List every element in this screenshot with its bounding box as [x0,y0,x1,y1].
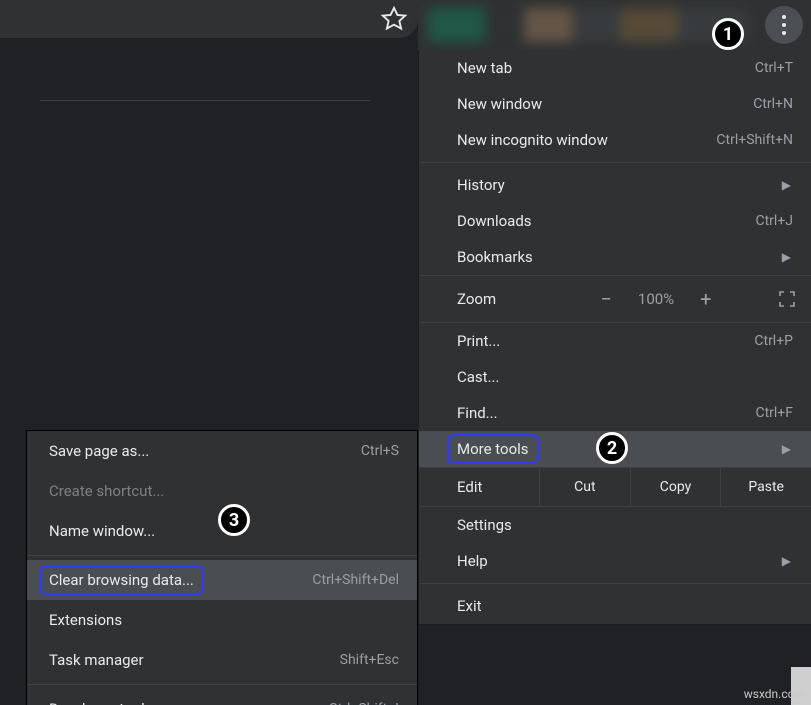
menu-label: Find... [457,404,498,422]
submenu-arrow-icon: ▶ [782,250,791,264]
address-bar[interactable] [0,0,418,38]
annotation-badge-1: 1 [712,18,744,50]
menu-item-bookmarks[interactable]: Bookmarks ▶ [419,239,811,275]
menu-shortcut: Ctrl+F [755,405,793,421]
menu-item-print[interactable]: Print... Ctrl+P [419,323,811,359]
menu-shortcut: Ctrl+Shift+Del [312,572,399,588]
watermark: wsxdn.com [744,687,805,701]
menu-label: Cast... [457,368,499,386]
edit-paste-button[interactable]: Paste [720,468,811,506]
menu-item-find[interactable]: Find... Ctrl+F [419,395,811,431]
menu-label: Save page as... [49,442,149,460]
menu-label: History [457,176,505,194]
menu-label: New tab [457,59,512,77]
submenu-arrow-icon: ▶ [782,554,791,568]
menu-item-new-tab[interactable]: New tab Ctrl+T [419,50,811,86]
menu-item-help[interactable]: Help ▶ [419,543,811,579]
menu-label: Exit [457,597,482,615]
menu-item-zoom: Zoom − 100% + [419,275,811,323]
toolbar-extensions-blurred [428,8,748,42]
menu-item-cast[interactable]: Cast... [419,359,811,395]
submenu-item-create-shortcut: Create shortcut... [27,471,417,511]
menu-label: Extensions [49,611,122,629]
submenu-separator [27,555,417,556]
menu-shortcut: Ctrl+S [361,443,399,459]
menu-shortcut: Ctrl+Shift+I [329,701,399,705]
menu-label: Bookmarks [457,248,533,266]
menu-shortcut: Ctrl+N [753,96,793,112]
menu-separator [419,583,811,584]
submenu-item-clear-browsing-data[interactable]: Clear browsing data... Ctrl+Shift+Del [27,560,417,600]
submenu-arrow-icon: ▶ [782,442,791,456]
bookmark-star-icon[interactable] [380,5,408,33]
menu-shortcut: Ctrl+Shift+N [716,132,793,148]
annotation-badge-2: 2 [596,432,628,464]
menu-item-downloads[interactable]: Downloads Ctrl+J [419,203,811,239]
menu-shortcut: Ctrl+T [755,60,793,76]
menu-label: New incognito window [457,131,608,149]
page-background [0,0,418,50]
kebab-icon [782,13,786,37]
zoom-out-button[interactable]: − [600,287,611,311]
menu-item-history[interactable]: History ▶ [419,167,811,203]
menu-label: Name window... [49,522,155,540]
menu-label: Downloads [457,212,532,230]
fullscreen-button[interactable] [763,289,811,309]
main-menu: New tab Ctrl+T New window Ctrl+N New inc… [418,50,811,625]
menu-item-incognito[interactable]: New incognito window Ctrl+Shift+N [419,122,811,158]
edit-copy-button[interactable]: Copy [630,468,721,506]
menu-label: Settings [457,516,512,534]
submenu-item-save-page[interactable]: Save page as... Ctrl+S [27,431,417,471]
menu-label: Create shortcut... [49,482,164,500]
menu-item-exit[interactable]: Exit [419,588,811,624]
menu-shortcut: Ctrl+J [755,213,793,229]
menu-label: Clear browsing data... [39,565,204,595]
menu-separator [419,162,811,163]
edit-label: Edit [419,478,539,496]
submenu-arrow-icon: ▶ [782,178,791,192]
menu-shortcut: Shift+Esc [340,652,399,668]
edit-cut-button[interactable]: Cut [539,468,630,506]
menu-label: Task manager [49,651,144,669]
menu-item-settings[interactable]: Settings [419,507,811,543]
more-tools-submenu: Save page as... Ctrl+S Create shortcut..… [26,430,418,705]
fullscreen-icon [777,289,797,309]
toolbar [418,0,811,50]
menu-item-edit: Edit Cut Copy Paste [419,467,811,507]
submenu-item-extensions[interactable]: Extensions [27,600,417,640]
menu-label: Help [457,552,488,570]
menu-label: Developer tools [49,700,152,705]
submenu-separator [27,684,417,685]
menu-item-new-window[interactable]: New window Ctrl+N [419,86,811,122]
menu-label: More tools [447,434,539,464]
menu-shortcut: Ctrl+P [754,333,793,349]
content-separator [40,100,370,101]
zoom-value: 100% [638,290,674,308]
menu-label: Print... [457,332,500,350]
submenu-item-task-manager[interactable]: Task manager Shift+Esc [27,640,417,680]
annotation-badge-3: 3 [218,504,250,536]
zoom-label: Zoom [419,290,549,308]
submenu-item-developer-tools[interactable]: Developer tools Ctrl+Shift+I [27,689,417,705]
customize-menu-button[interactable] [765,6,803,44]
menu-label: New window [457,95,542,113]
zoom-in-button[interactable]: + [700,287,711,311]
